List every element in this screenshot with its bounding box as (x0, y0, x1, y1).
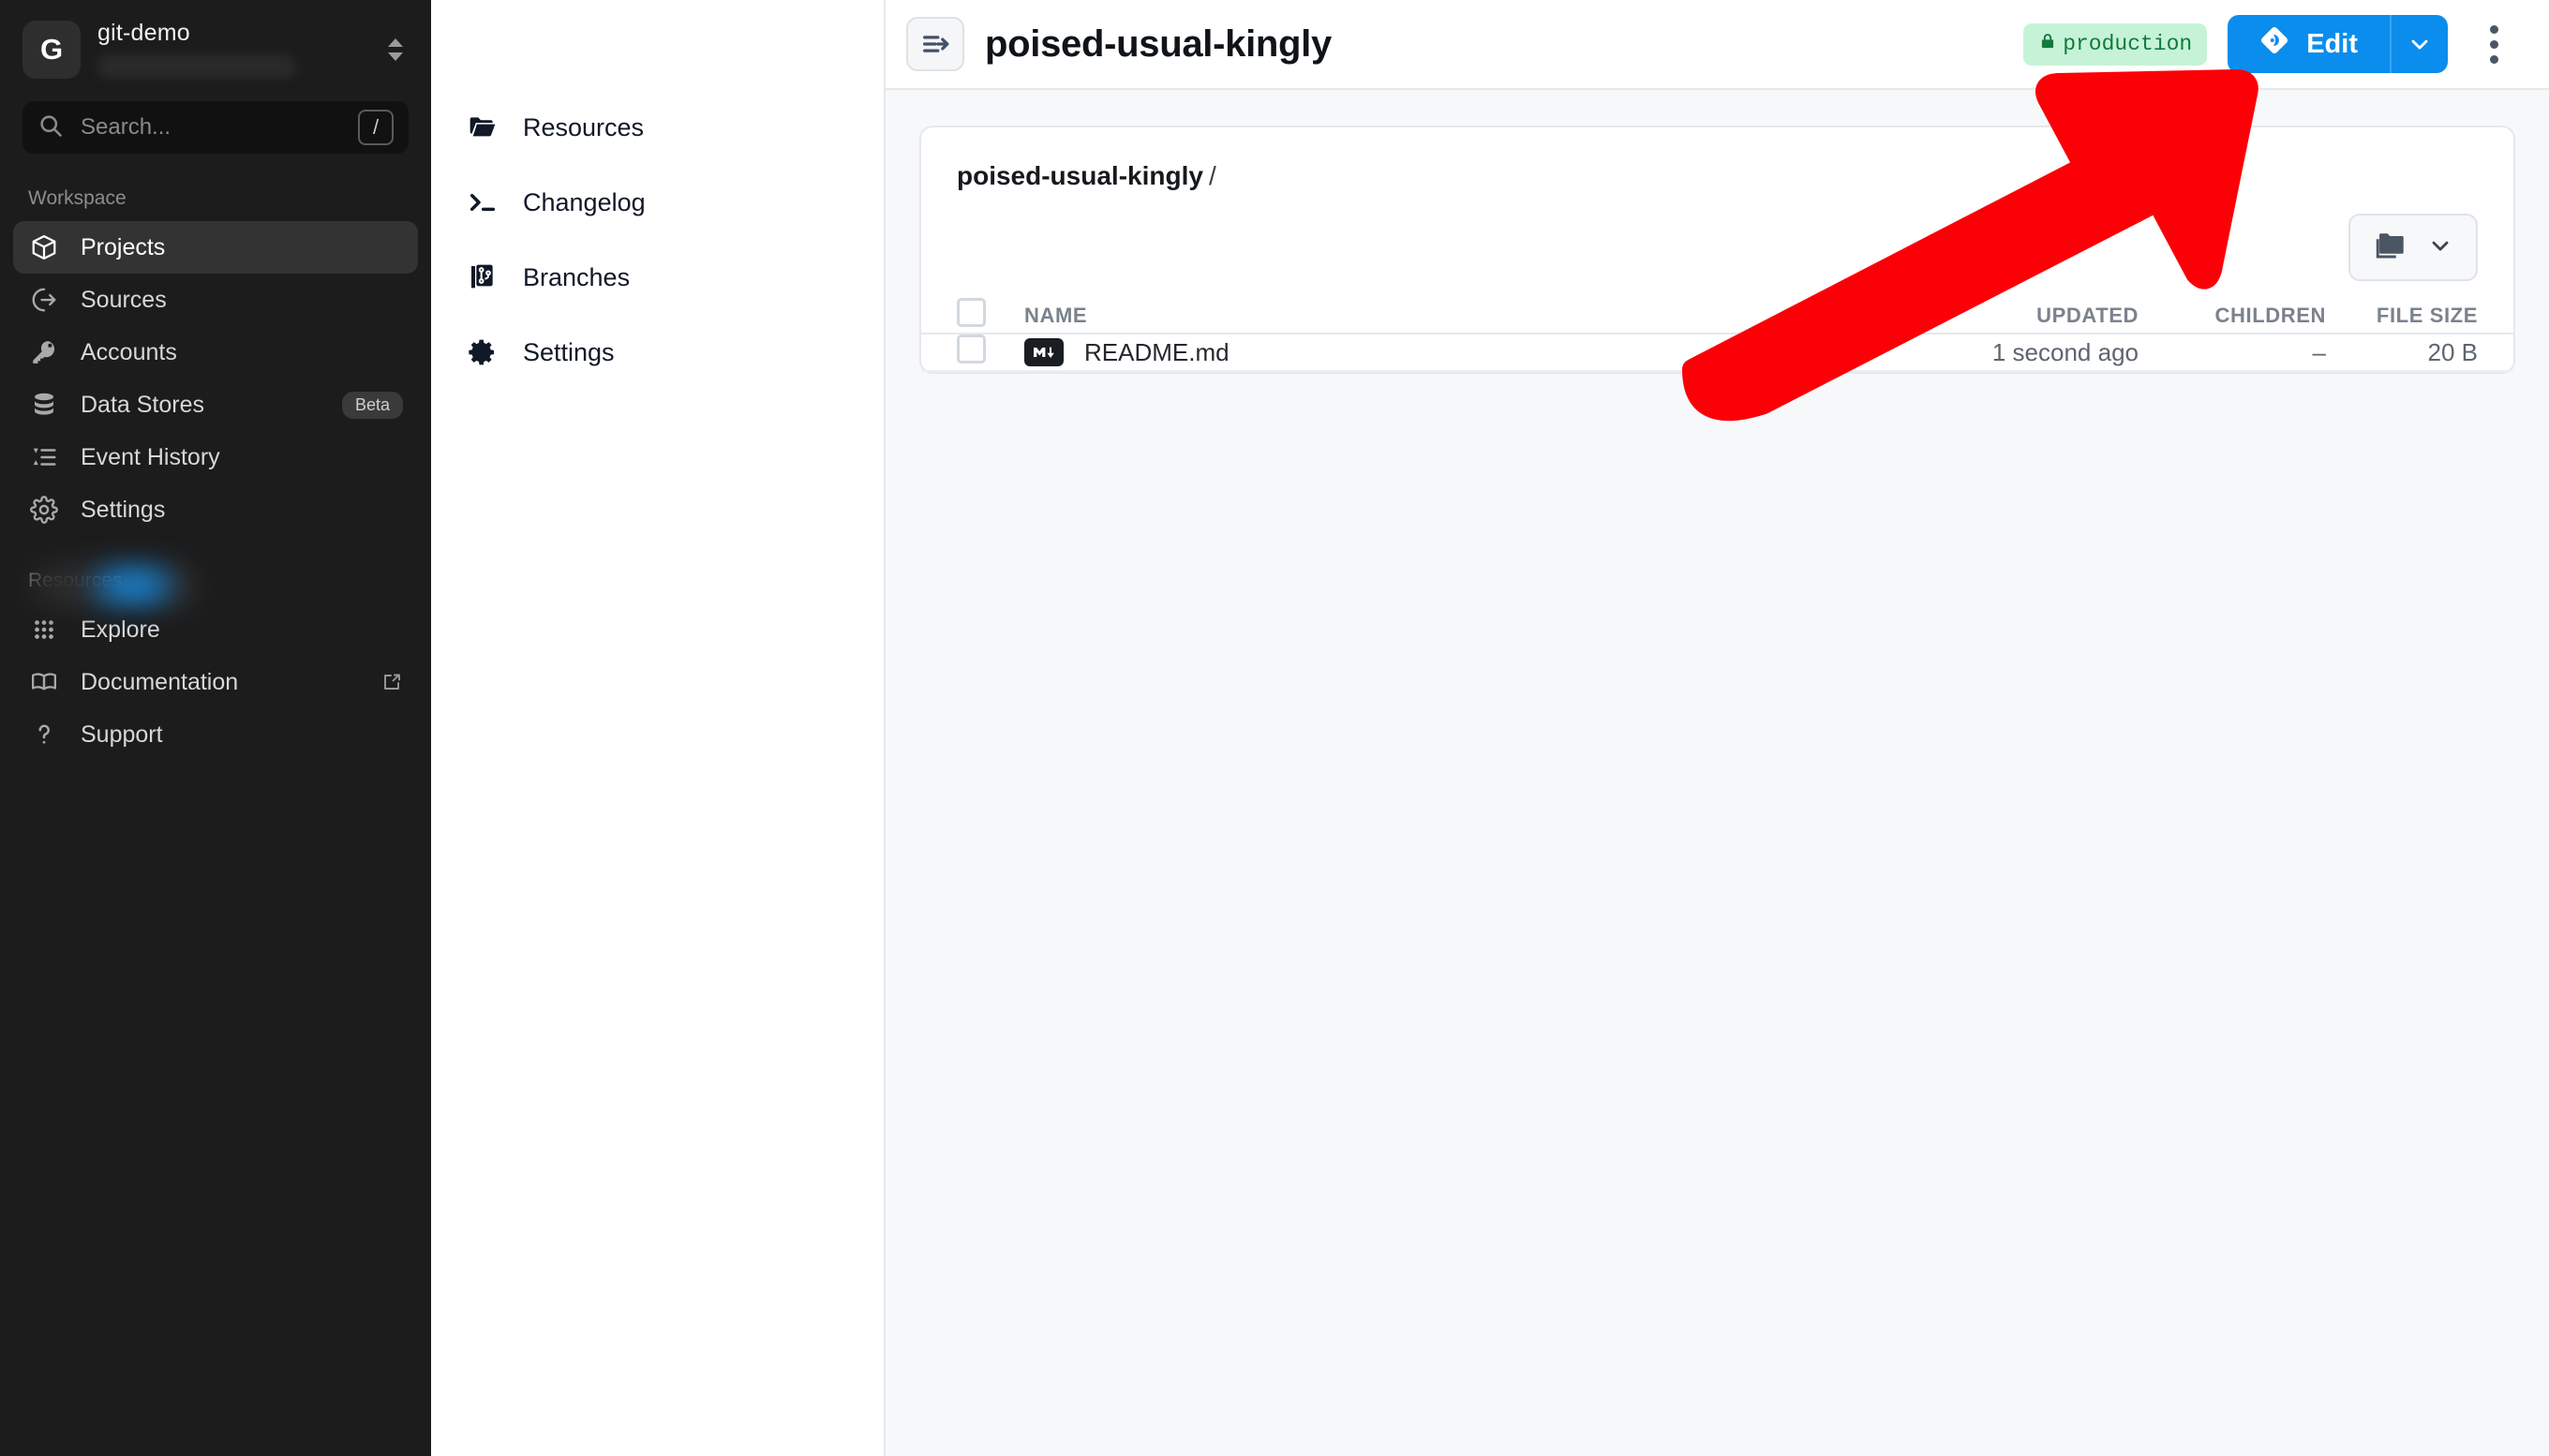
table-row[interactable]: README.md 1 second ago – 20 B (921, 334, 2513, 372)
row-file-size: 20 B (2326, 334, 2513, 372)
sidebar-item-label: Documentation (81, 668, 239, 695)
search-icon (37, 112, 64, 143)
row-name-cell: README.md (1024, 334, 1904, 372)
gear-icon (28, 494, 60, 526)
event-list-icon (28, 441, 60, 473)
terminal-icon (467, 186, 499, 218)
sidebar-item-settings[interactable]: Settings (13, 483, 418, 536)
file-name[interactable]: README.md (1084, 338, 1230, 367)
book-icon (28, 666, 60, 698)
workspace-avatar: G (22, 21, 81, 79)
sidebar-item-label: Event History (81, 443, 220, 470)
edit-button-group: Edit (2228, 15, 2448, 73)
sidebar-item-projects[interactable]: Projects (13, 221, 418, 274)
sidebar-user-redacted (28, 564, 197, 607)
subnav-item-changelog[interactable]: Changelog (431, 165, 884, 240)
sidebar-item-label: Support (81, 721, 163, 748)
breadcrumb[interactable]: poised-usual-kingly / (957, 161, 2478, 191)
sidebar-item-data-stores[interactable]: Data Stores Beta (13, 379, 418, 431)
sidebar-item-event-history[interactable]: Event History (13, 431, 418, 483)
view-mode-dropdown[interactable] (2348, 214, 2478, 281)
sidebar-item-sources[interactable]: Sources (13, 274, 418, 326)
search-shortcut-key: / (358, 110, 394, 145)
search-input[interactable]: Search... / (22, 101, 409, 154)
sidebar-item-accounts[interactable]: Accounts (13, 326, 418, 379)
sidebar-item-label: Projects (81, 233, 166, 260)
nav-section-workspace-label: Workspace (28, 187, 127, 209)
subnav-item-label: Changelog (523, 187, 646, 216)
cube-icon (28, 231, 60, 263)
search-placeholder: Search... (81, 114, 171, 140)
file-browser-card: poised-usual-kingly / NAME UPDATED CHILD… (919, 126, 2515, 374)
subnav-item-resources[interactable]: Resources (431, 90, 884, 165)
file-table-head: NAME UPDATED CHILDREN FILE SIZE (921, 298, 2513, 334)
chevron-down-icon (2427, 232, 2453, 263)
workspace-subtitle-redacted (97, 53, 296, 79)
row-select-cell (921, 334, 1024, 372)
subnav-item-label: Resources (523, 112, 645, 141)
sidebar-item-documentation[interactable]: Documentation (13, 656, 418, 708)
subnav-item-branches[interactable]: Branches (431, 240, 884, 315)
main-area: poised-usual-kingly production Edit pois… (886, 0, 2549, 1456)
status-badge-production[interactable]: production (2023, 22, 2208, 66)
top-bar: poised-usual-kingly production Edit (886, 0, 2549, 90)
chevron-updown-icon[interactable] (382, 38, 409, 61)
row-children: – (2139, 334, 2326, 372)
lock-icon (2038, 31, 2057, 58)
external-link-icon (380, 671, 403, 693)
breadcrumb-project[interactable]: poised-usual-kingly (957, 161, 1203, 190)
workspace-switcher[interactable]: G git-demo (0, 0, 431, 88)
sidebar-item-label: Accounts (81, 338, 177, 365)
sidebar-item-label: Sources (81, 286, 167, 313)
breadcrumb-separator: / (1208, 161, 1216, 190)
content-area: poised-usual-kingly / NAME UPDATED CHILD… (886, 90, 2549, 1456)
subnav-item-settings[interactable]: Settings (431, 315, 884, 390)
select-all-checkbox[interactable] (957, 298, 986, 327)
key-icon (28, 336, 60, 368)
card-header: poised-usual-kingly / (921, 127, 2513, 191)
sidebar-item-label: Settings (81, 496, 166, 523)
subnav-item-label: Settings (523, 337, 615, 366)
left-sidebar: G git-demo Search... / Workspace Project… (0, 0, 431, 1456)
column-header-updated[interactable]: UPDATED (1904, 298, 2139, 334)
file-table-body: README.md 1 second ago – 20 B (921, 334, 2513, 372)
row-checkbox[interactable] (957, 334, 986, 364)
workspace-name: git-demo (97, 20, 190, 47)
sidebar-toggle-icon[interactable] (906, 17, 964, 71)
markdown-icon (1024, 338, 1064, 366)
card-toolbar (921, 191, 2513, 281)
grid-dots-icon (28, 614, 60, 646)
beta-badge: Beta (341, 391, 403, 419)
sidebar-item-label: Data Stores (81, 391, 205, 418)
file-table: NAME UPDATED CHILDREN FILE SIZE README.m… (921, 298, 2513, 372)
edit-button-label: Edit (2306, 28, 2358, 59)
folder-icon (467, 111, 499, 143)
page-title: poised-usual-kingly (985, 22, 1332, 65)
row-updated: 1 second ago (1904, 334, 2139, 372)
sidebar-item-support[interactable]: Support (13, 708, 418, 761)
workspace-names: git-demo (97, 21, 365, 79)
status-badge-label: production (2063, 32, 2193, 56)
sidebar-item-label: Explore (81, 616, 160, 643)
table-header-row: NAME UPDATED CHILDREN FILE SIZE (921, 298, 2513, 334)
edit-dropdown-button[interactable] (2390, 15, 2448, 73)
column-header-name[interactable]: NAME (1024, 298, 1904, 334)
edit-button[interactable]: Edit (2228, 15, 2390, 73)
sources-arrow-icon (28, 284, 60, 316)
folders-icon (2373, 229, 2407, 267)
kebab-menu-icon[interactable] (2468, 15, 2519, 73)
select-all-cell (921, 298, 1024, 334)
project-subnav: Resources Changelog Branches Settings (431, 0, 886, 1456)
sidebar-item-explore[interactable]: Explore (13, 603, 418, 656)
app-root: G git-demo Search... / Workspace Project… (0, 0, 2549, 1456)
git-diamond-icon (2259, 25, 2289, 63)
column-header-file-size[interactable]: FILE SIZE (2326, 298, 2513, 334)
gear-icon (467, 336, 499, 368)
branch-icon (467, 261, 499, 293)
question-mark-icon (28, 719, 60, 750)
database-icon (28, 389, 60, 421)
subnav-item-label: Branches (523, 262, 631, 291)
column-header-children[interactable]: CHILDREN (2139, 298, 2326, 334)
